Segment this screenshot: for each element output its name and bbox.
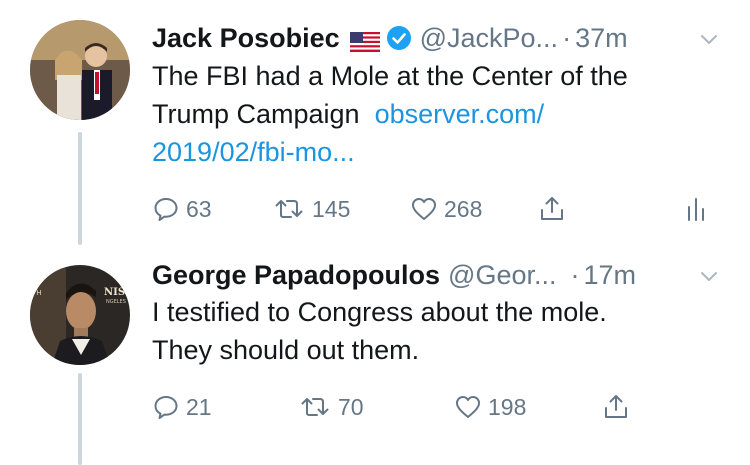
separator-dot: · [562,22,572,53]
reply-button[interactable]: 63 [152,192,212,226]
analytics-icon [688,198,704,221]
retweet-count: 70 [338,393,364,420]
reply-count: 63 [186,195,212,222]
reply-count: 21 [186,393,212,420]
us-flag-icon [349,28,380,52]
tweet-link[interactable]: observer.com/ [375,99,545,129]
thread-line [78,373,82,465]
avatar[interactable] [30,20,130,120]
retweet-count: 145 [312,195,351,222]
timestamp[interactable]: 37m [575,23,628,54]
reply-icon [154,198,178,221]
tweet-text-line-with-link: Trump Campaign observer.com/ [152,95,720,133]
author-handle[interactable]: @JackPo... [420,23,558,54]
svg-text:NIST: NIST [104,287,130,298]
share-icon [605,395,627,418]
chevron-down-icon[interactable] [698,263,720,285]
tweet-text: I testified to Congress about the mole. … [152,293,720,369]
tweet-actions: 63 145 268 [152,192,720,226]
share-icon [541,197,563,220]
svg-text:NGELES: NGELES [106,299,126,305]
retweet-icon [275,200,303,218]
like-button[interactable]: 268 [410,192,482,226]
reply-icon [154,396,178,419]
author-name[interactable]: Jack Posobiec [152,23,340,54]
heart-icon [456,396,480,418]
reply-button[interactable]: 21 [152,390,212,424]
separator-dot: · [570,259,580,290]
tweet-text-line: Trump Campaign [152,99,360,129]
tweet-text: The FBI had a Mole at the Center of the … [152,57,720,171]
verified-badge-icon [386,25,412,51]
author-handle[interactable]: @Geor... [448,260,556,291]
tweet[interactable]: TH NIST NGELES George Papadopoulos @Geor… [0,245,750,465]
like-button[interactable]: 198 [454,390,526,424]
tweet-text-line: I testified to Congress about the mole. [152,297,607,327]
heart-icon [412,198,436,220]
tweet-text-line: They should out them. [152,335,420,365]
timestamp[interactable]: 17m [584,260,637,291]
avatar[interactable]: TH NIST NGELES [30,265,130,365]
svg-text:TH: TH [31,289,42,297]
tweet-link[interactable]: 2019/02/fbi-mo... [152,133,720,171]
share-button[interactable] [602,390,636,424]
tweet-actions: 21 70 198 [152,390,720,424]
retweet-button[interactable]: 145 [274,192,350,226]
tweet-header: George Papadopoulos @Geor... · 17m [152,257,720,293]
share-button[interactable] [538,192,572,226]
author-name[interactable]: George Papadopoulos [152,260,440,291]
tweet[interactable]: Jack Posobiec @JackPo... · 37m The FBI h… [0,0,750,245]
tweet-text-line: The FBI had a Mole at the Center of the [152,61,628,91]
like-count: 198 [488,393,527,420]
tweet-header: Jack Posobiec @JackPo... · 37m [152,20,720,56]
analytics-button[interactable] [682,192,716,226]
thread-line [78,132,82,245]
chevron-down-icon[interactable] [698,26,720,48]
retweet-button[interactable]: 70 [300,390,364,424]
like-count: 268 [444,195,483,222]
retweet-icon [301,398,329,416]
